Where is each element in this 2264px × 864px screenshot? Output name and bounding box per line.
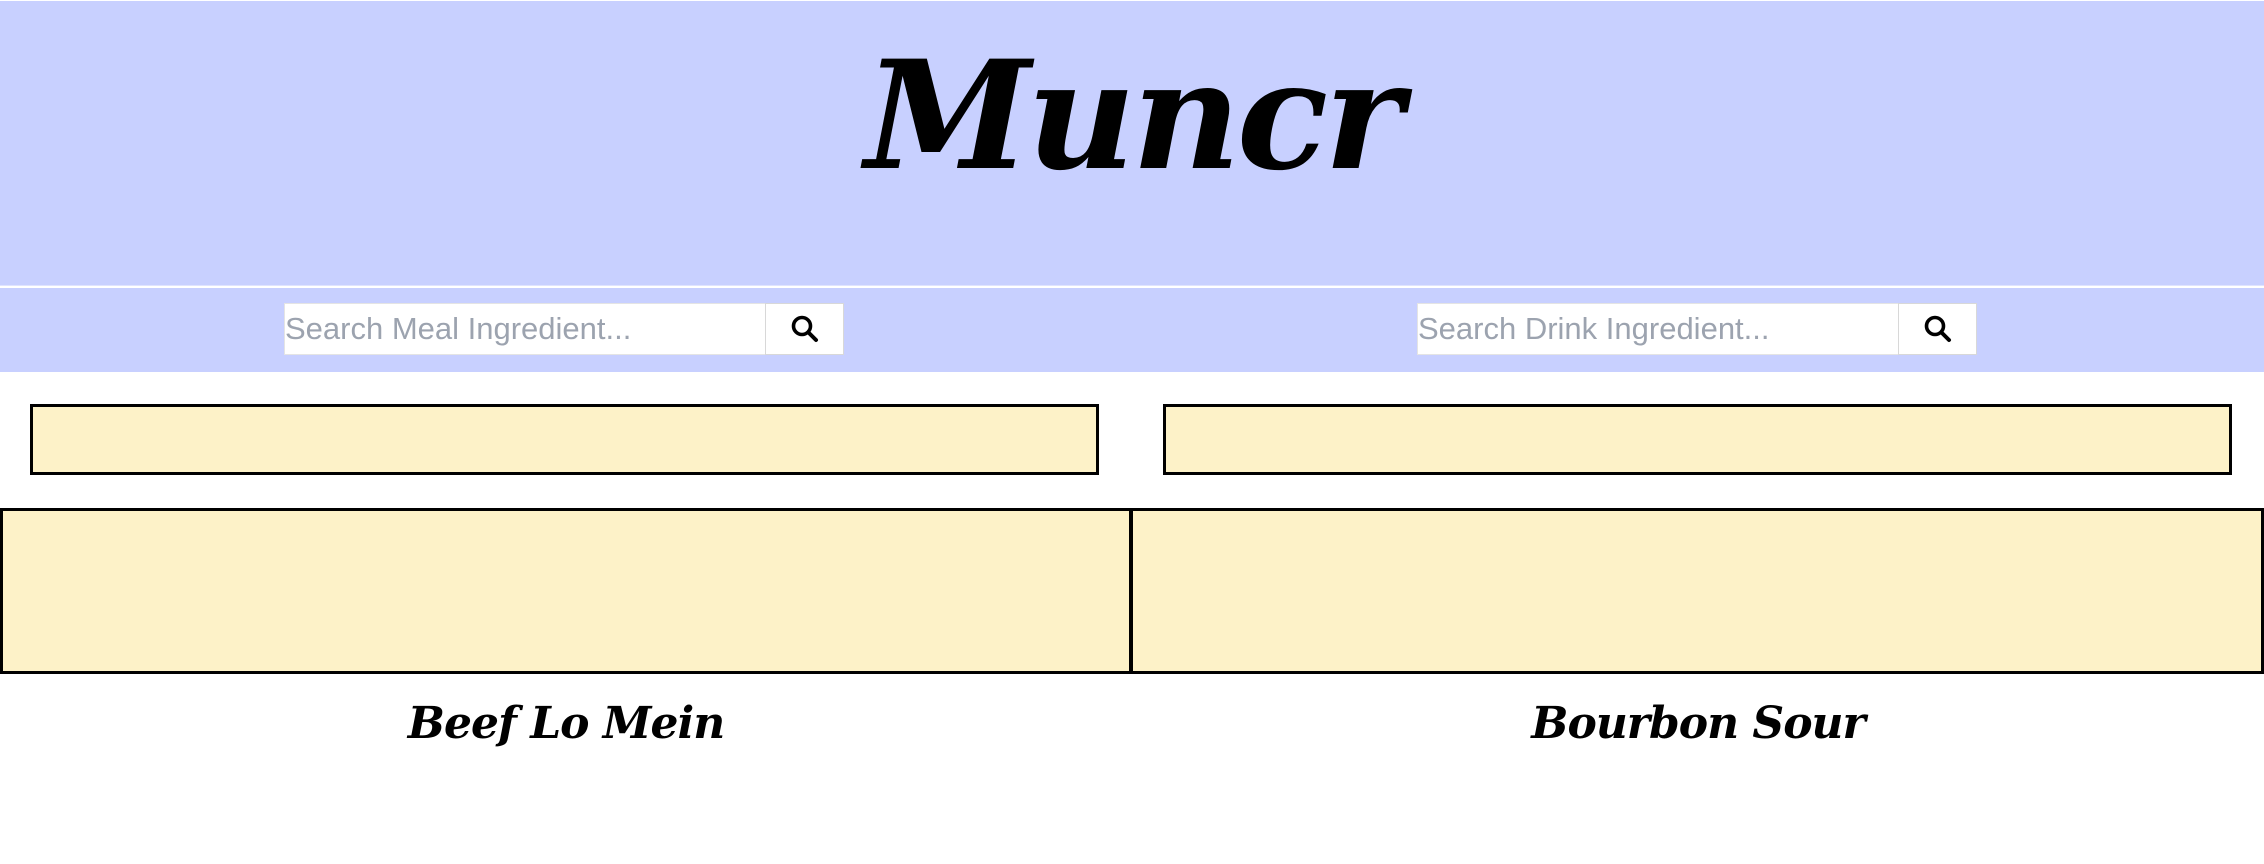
meal-search-button[interactable] — [765, 303, 844, 355]
search-icon — [791, 315, 818, 342]
search-bar — [0, 288, 2264, 372]
meal-recipe-title[interactable]: Beef Lo Mein — [0, 694, 1132, 754]
meal-search-input[interactable] — [284, 303, 765, 355]
drink-search-group — [1417, 303, 1977, 355]
search-icon — [1924, 315, 1951, 342]
meal-result-card[interactable] — [0, 508, 1132, 674]
app-header: Muncr — [0, 1, 2264, 286]
drink-search-button[interactable] — [1898, 303, 1977, 355]
drink-search-input[interactable] — [1417, 303, 1898, 355]
drink-info-card — [1163, 404, 2232, 475]
meal-search-group — [284, 303, 844, 355]
drink-recipe-title[interactable]: Bourbon Sour — [1132, 694, 2264, 754]
meal-info-card — [30, 404, 1099, 475]
app-logo: Muncr — [864, 28, 1404, 204]
drink-result-card[interactable] — [1130, 508, 2264, 674]
